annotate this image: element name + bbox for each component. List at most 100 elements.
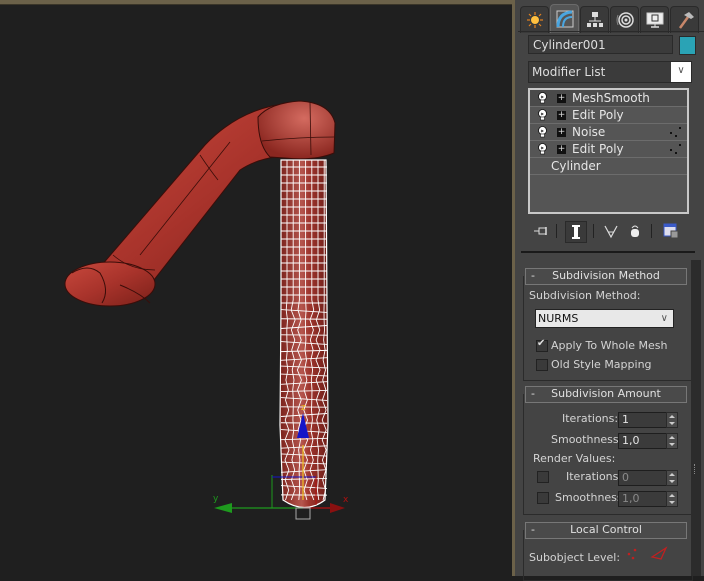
lightbulb-icon[interactable] [538,143,547,155]
stack-item-cylinder[interactable]: Cylinder [530,158,687,175]
iterations-label: Iterations: [562,412,618,425]
tab-motion[interactable] [610,6,639,33]
make-unique-icon [603,223,619,239]
modifier-list-dropdown[interactable]: Modifier List ∨ [528,61,692,83]
subobject-level-label: Subobject Level: [529,551,620,564]
configure-sets-icon [663,223,679,239]
subdivision-method-value: NURMS [538,312,578,325]
toolbar-separator [651,224,652,238]
collapse-minus-icon: - [531,387,535,401]
expand-plus-icon[interactable]: + [557,94,566,103]
smoothness-label: Smoothness: [551,433,622,446]
expand-plus-icon[interactable]: + [557,145,566,154]
show-end-result-icon [571,224,581,240]
render-iterations-field[interactable]: 0 [618,470,669,486]
viewport-scene: z y x [0,5,513,576]
render-values-label: Render Values: [533,452,615,465]
iterations-spinner[interactable] [666,412,678,428]
rollout-title: Local Control [570,523,642,536]
expand-plus-icon[interactable]: + [557,128,566,137]
stack-item-meshsmooth[interactable]: + MeshSmooth [530,90,687,107]
tab-create[interactable] [520,6,549,33]
chevron-down-icon: ∨ [661,310,668,327]
render-smoothness-label: Smoothness: [555,491,626,504]
tab-underline [518,31,704,32]
stack-item-label: Cylinder [551,158,601,174]
perspective-viewport[interactable]: z y x [0,5,513,576]
rollout-header-subdivision-method[interactable]: - Subdivision Method [525,268,687,285]
tab-hierarchy[interactable] [580,6,609,33]
command-panel: Cylinder001 Modifier List ∨ + MeshSmooth… [515,0,704,576]
tab-modify[interactable] [550,4,579,33]
render-smoothness-spinner[interactable] [666,491,678,507]
iterations-field[interactable]: 1 [618,412,669,428]
selected-cylinder-mesh[interactable] [280,160,328,508]
vertex-subobject-icon[interactable] [625,545,643,563]
tab-utilities[interactable] [670,6,699,33]
modify-arc-icon [555,9,575,29]
lightbulb-icon[interactable] [538,92,547,104]
y-axis-label: y [213,494,219,504]
object-color-swatch[interactable] [679,36,696,55]
render-iterations-checkbox[interactable] [537,471,549,483]
render-iterations-spinner[interactable] [666,470,678,486]
old-style-mapping-checkbox[interactable] [536,359,548,371]
scrollbar-grip[interactable] [694,464,698,474]
toolbar-separator [556,224,557,238]
smoothness-spinner[interactable] [666,433,678,449]
show-end-result-button[interactable] [565,221,587,243]
remove-modifier-button[interactable] [625,221,645,241]
lightbulb-icon[interactable] [538,109,547,121]
modifier-stack[interactable]: + MeshSmooth + Edit Poly + Noise + Edit … [528,88,689,214]
rollout-title: Subdivision Amount [551,387,661,400]
pin-icon [533,225,549,237]
stack-item-label: MeshSmooth [572,90,650,106]
subobject-dots-icon [667,141,683,157]
hierarchy-icon [585,10,605,30]
x-axis-label: x [343,495,349,505]
trash-icon [629,224,641,238]
apply-whole-mesh-checkbox[interactable] [536,340,548,352]
render-smoothness-field[interactable]: 1,0 [618,491,669,507]
gizmo-center-box[interactable] [296,508,310,519]
stack-item-label: Edit Poly [572,107,624,123]
edge-subobject-icon[interactable] [649,545,669,563]
collapse-minus-icon: - [531,523,535,537]
toolbar-separator [593,224,594,238]
apply-whole-mesh-label: Apply To Whole Mesh [551,339,668,352]
stack-item-label: Noise [572,124,605,140]
subobject-dots-icon [667,124,683,140]
z-axis-label: z [301,403,306,413]
panel-divider [521,251,695,253]
subdivision-method-select[interactable]: NURMS ∨ [535,309,674,328]
y-axis-arrow[interactable] [214,503,232,513]
expand-plus-icon[interactable]: + [557,111,566,120]
rollout-title: Subdivision Method [552,269,660,282]
object-name-field[interactable]: Cylinder001 [528,35,673,54]
hammer-icon [675,10,695,30]
stack-item-label: Edit Poly [572,141,624,157]
sun-icon [525,10,545,30]
lightbulb-icon[interactable] [538,126,547,138]
render-smoothness-checkbox[interactable] [537,492,549,504]
command-panel-scrollbar[interactable] [691,260,701,576]
pin-stack-button[interactable] [531,221,551,241]
configure-modifier-sets-button[interactable] [661,221,681,241]
stack-item-edit-poly[interactable]: + Edit Poly [530,141,687,158]
rollout-header-local-control[interactable]: - Local Control [525,522,687,539]
motion-icon [615,10,635,30]
modifier-list-label: Modifier List [532,65,605,79]
rollout-header-subdivision-amount[interactable]: - Subdivision Amount [525,386,687,403]
collapse-minus-icon: - [531,269,535,283]
old-style-mapping-label: Old Style Mapping [551,358,652,371]
stack-toolbar [527,219,697,245]
display-monitor-icon [645,10,665,30]
stack-item-edit-poly[interactable]: + Edit Poly [530,107,687,124]
smoothness-field[interactable]: 1,0 [618,433,669,449]
stack-item-noise[interactable]: + Noise [530,124,687,141]
command-panel-tabs [518,4,702,32]
chevron-down-icon[interactable]: ∨ [671,62,691,82]
subdivision-method-label: Subdivision Method: [529,289,641,302]
tab-display[interactable] [640,6,669,33]
make-unique-button[interactable] [601,221,621,241]
